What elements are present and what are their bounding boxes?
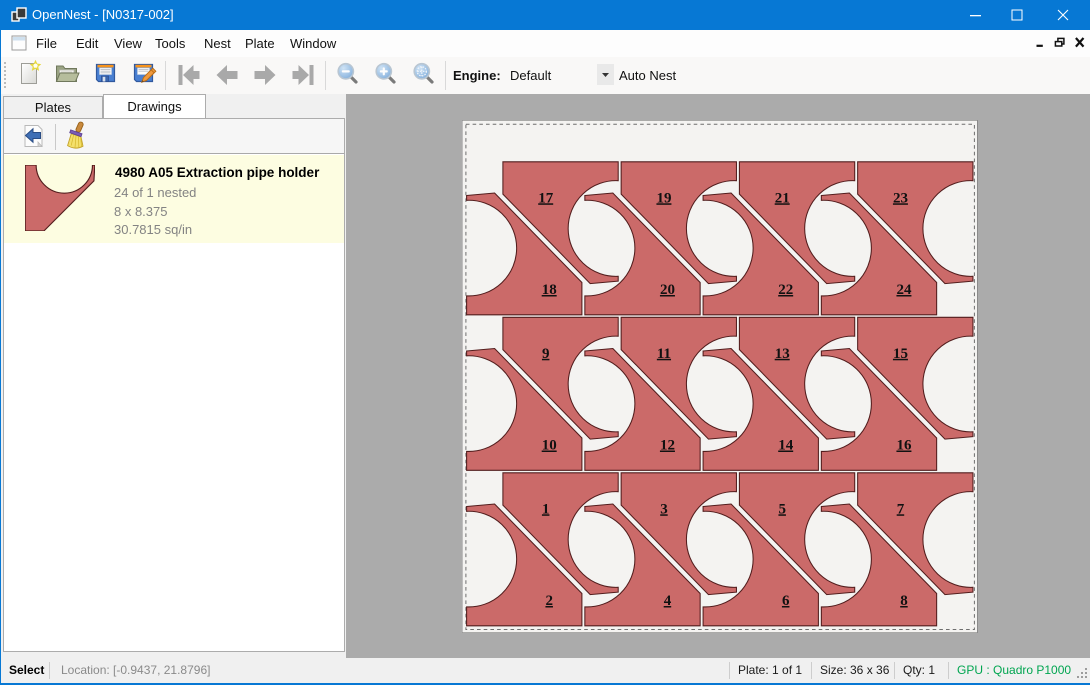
svg-text:11: 11 [657,346,671,362]
svg-text:23: 23 [893,190,908,206]
svg-text:12: 12 [660,438,675,454]
svg-text:9: 9 [542,346,550,362]
svg-text:20: 20 [660,282,675,298]
svg-text:14: 14 [778,438,794,454]
svg-text:8: 8 [900,593,908,609]
svg-text:3: 3 [660,501,668,517]
svg-text:19: 19 [656,190,671,206]
svg-text:18: 18 [542,282,557,298]
svg-text:13: 13 [775,346,790,362]
svg-text:6: 6 [782,593,790,609]
svg-text:7: 7 [897,501,905,517]
svg-text:24: 24 [896,282,912,298]
svg-text:1: 1 [542,501,550,517]
svg-text:5: 5 [778,501,786,517]
svg-text:4: 4 [664,593,672,609]
svg-text:10: 10 [542,438,557,454]
svg-text:15: 15 [893,346,908,362]
svg-text:16: 16 [896,438,912,454]
svg-text:2: 2 [545,593,553,609]
svg-text:22: 22 [778,282,793,298]
svg-text:17: 17 [538,190,554,206]
svg-text:21: 21 [775,190,790,206]
